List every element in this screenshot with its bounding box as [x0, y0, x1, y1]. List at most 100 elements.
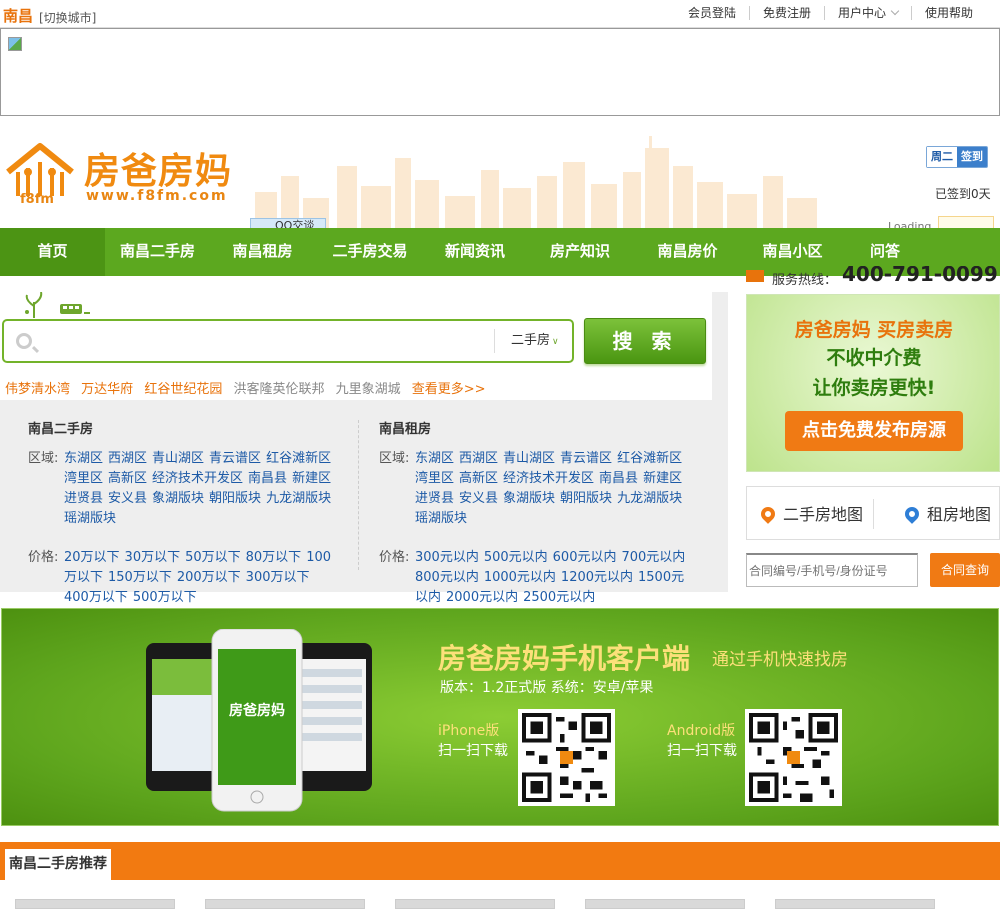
sale-map-link[interactable]: 二手房地图 — [758, 501, 863, 525]
nav-trade[interactable]: 二手房交易 — [315, 228, 425, 276]
section-title[interactable]: 南昌二手房推荐 — [4, 848, 112, 880]
nav-home[interactable]: 首页 — [0, 228, 105, 276]
hot-link[interactable]: 九里象湖城 — [336, 382, 401, 397]
area-link[interactable]: 新建区 — [643, 471, 682, 486]
nav-price[interactable]: 南昌房价 — [635, 228, 740, 276]
price-link[interactable]: 150万以下 — [108, 570, 172, 585]
area-link[interactable]: 高新区 — [459, 471, 498, 486]
price-link[interactable]: 500万以下 — [133, 590, 197, 605]
area-link[interactable]: 青山湖区 — [503, 451, 555, 466]
area-link[interactable]: 湾里区 — [64, 471, 103, 486]
area-link[interactable]: 青云谱区 — [209, 451, 261, 466]
area-link[interactable]: 红谷滩新区 — [617, 451, 682, 466]
contract-search-input[interactable] — [746, 553, 918, 587]
signed-days: 已签到0天 — [935, 187, 991, 201]
area-link[interactable]: 九龙湖版块 — [617, 491, 682, 506]
nav-rent[interactable]: 南昌租房 — [210, 228, 315, 276]
area-link[interactable]: 进贤县 — [415, 491, 454, 506]
promo-banner[interactable]: 房爸房妈 买房卖房 不收中介费 让你卖房更快! 点击免费发布房源 — [746, 294, 1000, 472]
rent-price-row: 价格: 300元以内 500元以内 600元以内 700元以内 800元以内 1000元以… — [379, 548, 691, 608]
rent-map-link[interactable]: 租房地图 — [902, 501, 992, 525]
area-link[interactable]: 瑶湖版块 — [415, 511, 467, 526]
price-link[interactable]: 1000元以内 — [484, 570, 556, 585]
top-links: 会员登陆 免费注册 用户中心 使用帮助 — [675, 6, 986, 20]
price-link[interactable]: 300元以内 — [415, 550, 479, 565]
area-link[interactable]: 南昌县 — [248, 471, 287, 486]
price-link[interactable]: 20万以下 — [64, 550, 120, 565]
sprout-bus-decoration — [25, 292, 90, 318]
area-link[interactable]: 象湖版块 — [503, 491, 555, 506]
sign-in-calendar[interactable]: 周二 签到 — [926, 146, 988, 168]
publish-listing-button[interactable]: 点击免费发布房源 — [785, 411, 963, 451]
price-link[interactable]: 500元以内 — [484, 550, 548, 565]
area-link[interactable]: 西湖区 — [459, 451, 498, 466]
search-input[interactable] — [44, 327, 484, 355]
nav-sale[interactable]: 南昌二手房 — [105, 228, 210, 276]
area-link[interactable]: 安义县 — [459, 491, 498, 506]
search-button[interactable]: 搜 索 — [584, 318, 706, 364]
price-link[interactable]: 2000元以内 — [446, 590, 518, 605]
hot-link[interactable]: 伟梦清水湾 — [5, 382, 70, 397]
register-link[interactable]: 免费注册 — [748, 6, 824, 20]
hot-link[interactable]: 洪客隆英伦联邦 — [233, 382, 324, 397]
hot-link[interactable]: 红谷世纪花园 — [144, 382, 222, 397]
area-link[interactable]: 东湖区 — [415, 451, 454, 466]
area-link[interactable]: 东湖区 — [64, 451, 103, 466]
area-link[interactable]: 进贤县 — [64, 491, 103, 506]
area-link[interactable]: 高新区 — [108, 471, 147, 486]
price-link[interactable]: 2500元以内 — [523, 590, 595, 605]
android-qr-code[interactable] — [745, 709, 842, 806]
price-link[interactable]: 800元以内 — [415, 570, 479, 585]
nav-news[interactable]: 新闻资讯 — [425, 228, 525, 276]
search-type-select[interactable]: 二手房 ∨ — [494, 329, 568, 353]
sale-category-title[interactable]: 南昌二手房 — [28, 418, 338, 437]
price-link[interactable]: 400万以下 — [64, 590, 128, 605]
price-link[interactable]: 1200元以内 — [561, 570, 633, 585]
price-link[interactable]: 600元以内 — [553, 550, 617, 565]
area-link[interactable]: 九龙湖版块 — [266, 491, 331, 506]
hot-link[interactable]: 万达华府 — [81, 382, 133, 397]
price-link[interactable]: 200万以下 — [177, 570, 241, 585]
area-link[interactable]: 西湖区 — [108, 451, 147, 466]
area-link[interactable]: 安义县 — [108, 491, 147, 506]
listing-thumbnail[interactable] — [15, 899, 175, 909]
map-links: 二手房地图 租房地图 — [746, 486, 1000, 540]
rent-category-title[interactable]: 南昌租房 — [379, 418, 691, 437]
area-link[interactable]: 青山湖区 — [152, 451, 204, 466]
area-link[interactable]: 湾里区 — [415, 471, 454, 486]
listing-thumbnail[interactable] — [205, 899, 365, 909]
listing-thumbnail[interactable] — [585, 899, 745, 909]
price-link[interactable]: 30万以下 — [125, 550, 181, 565]
switch-city-link[interactable]: [切换城市] — [39, 9, 96, 26]
price-link[interactable]: 80万以下 — [246, 550, 302, 565]
area-link[interactable]: 朝阳版块 — [209, 491, 261, 506]
help-link[interactable]: 使用帮助 — [910, 6, 986, 20]
listing-thumbnail[interactable] — [775, 899, 935, 909]
chevron-down-icon — [890, 6, 900, 16]
rent-map-label: 租房地图 — [927, 505, 992, 524]
logo-title[interactable]: 房爸房妈 — [84, 142, 232, 194]
area-link[interactable]: 红谷滩新区 — [266, 451, 331, 466]
more-link[interactable]: 查看更多>> — [412, 382, 486, 397]
user-center-link[interactable]: 用户中心 — [823, 6, 911, 20]
price-link[interactable]: 300万以下 — [246, 570, 310, 585]
area-link[interactable]: 瑶湖版块 — [64, 511, 116, 526]
area-label: 区域: — [28, 451, 59, 466]
nav-knowledge[interactable]: 房产知识 — [525, 228, 635, 276]
area-link[interactable]: 南昌县 — [599, 471, 638, 486]
area-link[interactable]: 朝阳版块 — [560, 491, 612, 506]
price-link[interactable]: 50万以下 — [185, 550, 241, 565]
iphone-qr-code[interactable] — [518, 709, 615, 806]
area-link[interactable]: 经济技术开发区 — [503, 471, 594, 486]
area-link[interactable]: 新建区 — [292, 471, 331, 486]
area-link[interactable]: 象湖版块 — [152, 491, 204, 506]
price-link[interactable]: 700元以内 — [621, 550, 685, 565]
user-center-label: 用户中心 — [837, 6, 886, 20]
contract-search-button[interactable]: 合同查询 — [930, 553, 1000, 587]
area-link[interactable]: 经济技术开发区 — [152, 471, 243, 486]
area-link[interactable]: 青云谱区 — [560, 451, 612, 466]
login-link[interactable]: 会员登陆 — [675, 6, 749, 20]
chevron-down-icon: ∨ — [552, 337, 559, 347]
listing-thumbnail[interactable] — [395, 899, 555, 909]
rent-area-row: 区域: 东湖区 西湖区 青山湖区 青云谱区 红谷滩新区湾里区 高新区 经济技术开发区 南昌县新… — [379, 449, 691, 529]
